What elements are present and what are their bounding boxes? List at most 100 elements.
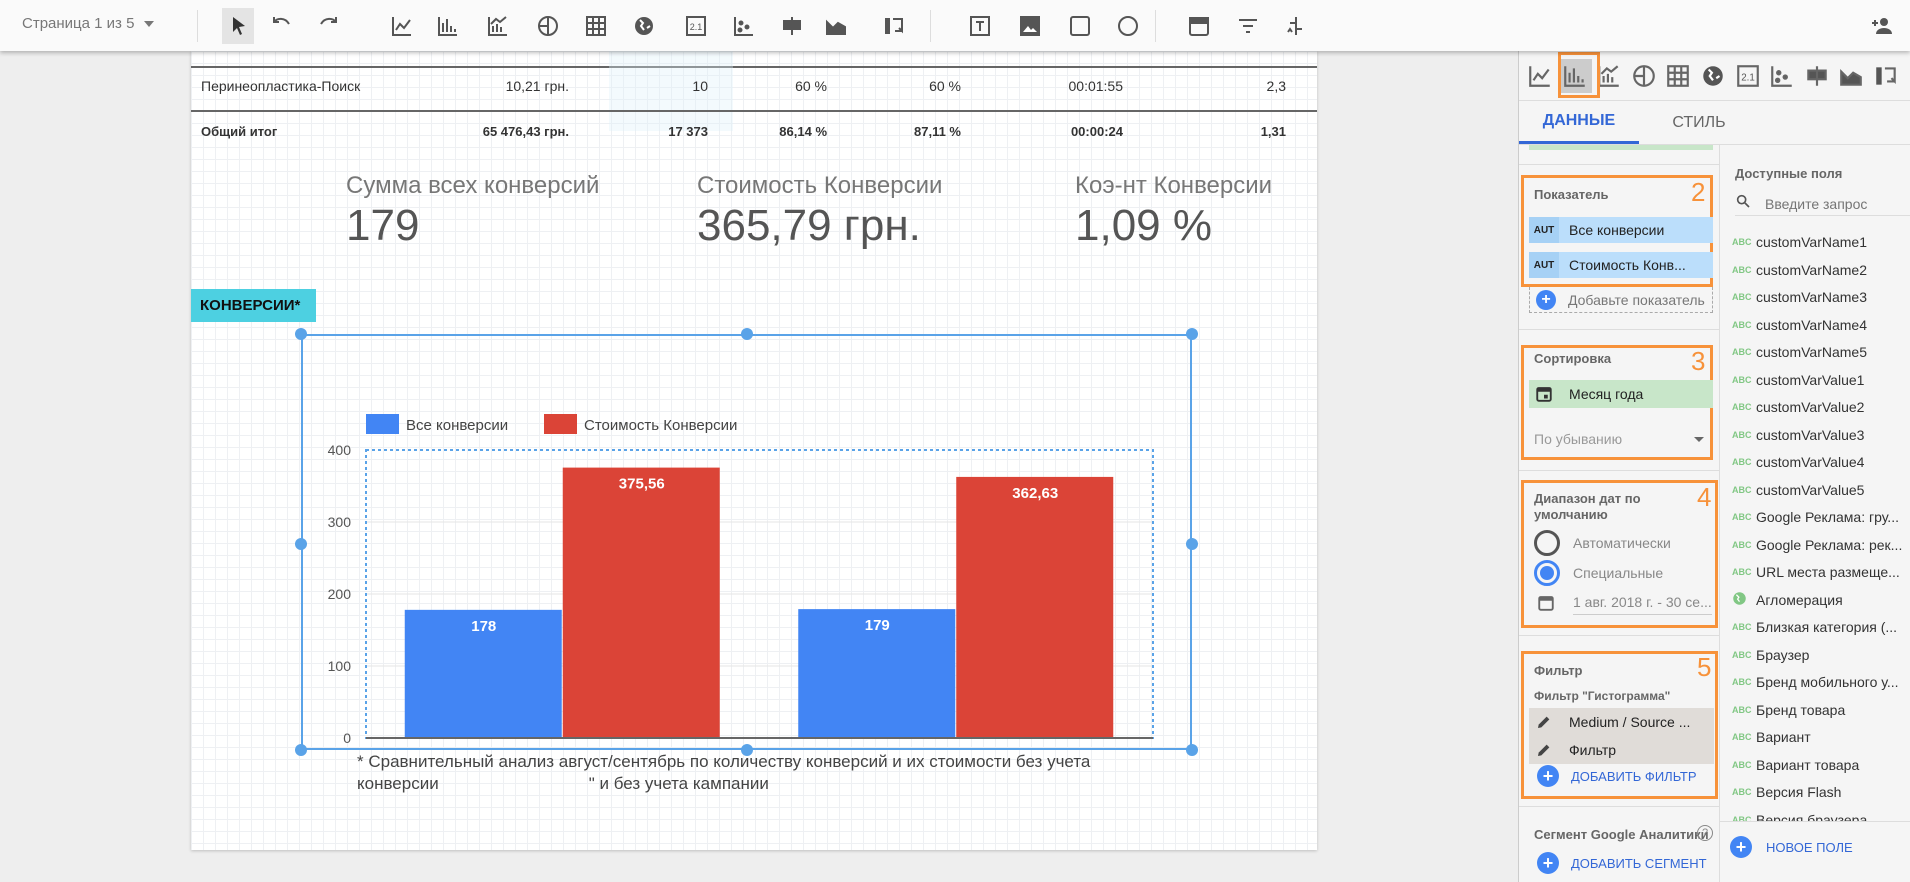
scorecard-value: 179: [346, 201, 420, 250]
tab-style[interactable]: СТИЛЬ: [1639, 101, 1759, 144]
bullet-chart-icon[interactable]: [1869, 59, 1903, 93]
field-item[interactable]: ABC Бренд мобильного у...: [1720, 669, 1910, 695]
sort-label: Сортировка: [1534, 351, 1612, 366]
row-label: Перинеопластика-Поиск: [201, 78, 361, 94]
time-series-icon[interactable]: [1523, 59, 1557, 93]
footnote-line-1: * Сравнительный анализ август/сентябрь п…: [357, 752, 1091, 771]
text-icon[interactable]: [966, 12, 994, 40]
legend-swatch: [544, 414, 577, 434]
metric-chip[interactable]: AUT Все конверсии: [1529, 217, 1713, 243]
sort-field-chip[interactable]: Месяц года: [1529, 380, 1713, 408]
field-item[interactable]: ABC customVarValue1: [1720, 367, 1910, 393]
field-item[interactable]: ABC Google Реклама: рек...: [1720, 532, 1910, 558]
add-filter-label: ДОБАВИТЬ ФИЛЬТР: [1571, 768, 1697, 784]
text-type-icon: ABC: [1732, 704, 1752, 715]
field-item[interactable]: ABC customVarValue5: [1720, 477, 1910, 503]
circle-icon[interactable]: [1114, 12, 1142, 40]
legend-label: Стоимость Конверсии: [584, 417, 737, 434]
geo-map-icon[interactable]: [630, 12, 658, 40]
field-item[interactable]: ABC Вариант товара: [1720, 752, 1910, 778]
pencil-icon: [1529, 742, 1559, 758]
text-type-icon: ABC: [1732, 264, 1752, 275]
scorecard-icon[interactable]: 2.1: [1731, 59, 1765, 93]
bullet-chart-icon[interactable]: [880, 12, 908, 40]
undo-icon[interactable]: [268, 12, 296, 40]
image-icon[interactable]: [1016, 12, 1044, 40]
table-icon[interactable]: [582, 12, 610, 40]
add-segment-button[interactable]: + ДОБАВИТЬ СЕГМЕНТ: [1537, 852, 1707, 874]
sort-order-value: По убыванию: [1534, 431, 1623, 447]
field-item[interactable]: ABC customVarValue3: [1720, 422, 1910, 448]
area-chart-icon[interactable]: [822, 12, 850, 40]
y-tick-label: 200: [328, 586, 352, 602]
filter-item-name: Фильтр: [1569, 742, 1617, 758]
add-filter-button[interactable]: + ДОБАВИТЬ ФИЛЬТР: [1537, 765, 1697, 787]
scatter-icon[interactable]: [730, 12, 758, 40]
text-type-icon: ABC: [1732, 732, 1752, 742]
field-item[interactable]: ABC Бренд товара: [1720, 697, 1910, 723]
text-type-icon: ABC: [1732, 292, 1752, 302]
calendar-icon: [1537, 594, 1555, 615]
field-item[interactable]: ABC customVarName5: [1720, 339, 1910, 365]
radio-custom-label: Специальные: [1573, 565, 1664, 581]
metric-chip[interactable]: AUT Стоимость Конв...: [1529, 252, 1713, 278]
field-item[interactable]: ABC customVarName2: [1720, 257, 1910, 283]
bar-chart[interactable]: 0 100 200 300 400 178 375,56 авг. 2018 г. 179 362…: [301, 334, 1192, 750]
data-control-icon[interactable]: [1282, 12, 1310, 40]
field-search[interactable]: [1735, 192, 1910, 216]
date-range-picker[interactable]: 1 авг. 2018 г. - 30 се...: [1537, 594, 1712, 615]
field-item[interactable]: ABC URL места размеще...: [1720, 559, 1910, 585]
pointer-icon[interactable]: [222, 8, 254, 44]
pivot-table-icon[interactable]: [778, 12, 806, 40]
radio-custom[interactable]: Специальные: [1534, 560, 1663, 586]
field-item[interactable]: ABC customVarName4: [1720, 312, 1910, 338]
field-item[interactable]: ABC customVarValue2: [1720, 394, 1910, 420]
pie-chart-icon[interactable]: [1627, 59, 1661, 93]
pivot-table-icon[interactable]: [1800, 59, 1834, 93]
help-icon[interactable]: ?: [1697, 825, 1713, 841]
radio-auto[interactable]: Автоматически: [1534, 530, 1671, 556]
scorecard-icon[interactable]: 2.1: [682, 12, 710, 40]
geo-map-icon[interactable]: [1696, 59, 1730, 93]
text-type-icon: ABC: [1732, 457, 1752, 467]
redo-icon[interactable]: [314, 12, 342, 40]
field-item[interactable]: ABC customVarValue4: [1720, 449, 1910, 475]
add-person-icon[interactable]: [1868, 12, 1896, 40]
field-item[interactable]: ABC Браузер: [1720, 642, 1910, 668]
field-item[interactable]: Агломерация: [1720, 587, 1910, 613]
sort-order-dropdown[interactable]: По убыванию: [1534, 431, 1704, 447]
field-item[interactable]: ABC Вариант: [1720, 724, 1910, 750]
globe-icon: [1720, 591, 1756, 608]
field-item[interactable]: ABC Версия браузера: [1720, 807, 1910, 822]
field-item[interactable]: ABC Google Реклама: гру...: [1720, 504, 1910, 530]
data-label: 375,56: [619, 476, 665, 493]
table-icon[interactable]: [1661, 59, 1695, 93]
filter-control-icon[interactable]: [1234, 12, 1262, 40]
date-range-icon[interactable]: [1185, 12, 1213, 40]
rectangle-icon[interactable]: [1066, 12, 1094, 40]
scatter-icon[interactable]: [1765, 59, 1799, 93]
filter-item[interactable]: Medium / Source ...: [1529, 708, 1714, 736]
date-range-value: 1 авг. 2018 г. - 30 се...: [1573, 594, 1712, 615]
tab-data[interactable]: ДАННЫЕ: [1519, 101, 1639, 144]
page-selector[interactable]: Страница 1 из 5: [22, 15, 155, 32]
area-chart-icon[interactable]: [1834, 59, 1868, 93]
pencil-icon: [1529, 714, 1559, 730]
pie-chart-icon[interactable]: [534, 12, 562, 40]
time-series-icon[interactable]: [388, 12, 416, 40]
field-item[interactable]: ABC customVarName3: [1720, 284, 1910, 310]
bar-chart-icon[interactable]: [434, 12, 462, 40]
field-search-input[interactable]: [1765, 195, 1895, 212]
field-item[interactable]: ABC Версия Flash: [1720, 779, 1910, 805]
combo-chart-icon[interactable]: [484, 12, 512, 40]
metric-type-tag: AUT: [1529, 217, 1559, 243]
text-type-icon: ABC: [1732, 237, 1752, 247]
new-field-button[interactable]: + НОВОЕ ПОЛЕ: [1730, 836, 1853, 858]
add-metric-button[interactable]: + Добавьте показатель: [1529, 287, 1713, 313]
text-type-icon: ABC: [1732, 759, 1752, 770]
field-item[interactable]: ABC Близкая категория (...: [1720, 614, 1910, 640]
field-item[interactable]: ABC customVarName1: [1720, 229, 1910, 255]
text-type-icon: ABC: [1732, 484, 1752, 495]
filter-item[interactable]: Фильтр: [1529, 736, 1714, 764]
plus-icon: +: [1537, 765, 1559, 787]
